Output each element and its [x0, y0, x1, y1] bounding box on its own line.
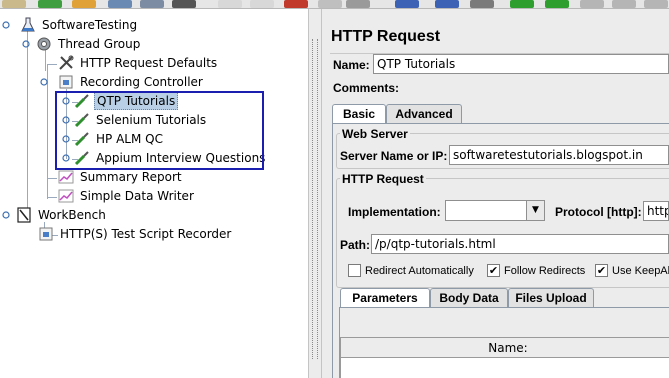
recorder-icon [38, 226, 54, 242]
expand-handle-icon[interactable] [22, 40, 30, 48]
tree-item-https-test-script-recorder[interactable]: HTTP(S) Test Script Recorder [38, 225, 233, 243]
expand-handle-icon[interactable] [40, 78, 48, 86]
wrench-icon [58, 55, 74, 71]
copy-button[interactable] [318, 0, 342, 8]
tree-item-softwaretesting[interactable]: SoftwareTesting [2, 16, 139, 34]
redirect-automatically-label: Redirect Automatically [365, 265, 474, 277]
workbench-icon [16, 207, 32, 223]
test-plan-icon [20, 17, 36, 33]
toolbar-button-12[interactable] [644, 0, 668, 8]
tab-basic[interactable]: Basic [332, 104, 386, 124]
tab-files-upload[interactable]: Files Upload [508, 288, 594, 308]
tree-item-recording-controller[interactable]: Recording Controller [40, 73, 205, 91]
tree-item-thread-group[interactable]: Thread Group [22, 35, 142, 53]
tree-line [47, 64, 57, 65]
implementation-select[interactable]: ▼ [445, 200, 545, 221]
toolbar [0, 0, 669, 9]
tree-line [47, 178, 57, 179]
server-label: Server Name or IP: [340, 149, 448, 163]
use-keepalive-checkbox[interactable]: ✔ [595, 264, 608, 277]
panel-title: HTTP Request [331, 28, 441, 45]
tree-item-simple-data-writer[interactable]: Simple Data Writer [58, 187, 196, 205]
toolbar-button-1[interactable] [2, 0, 26, 8]
tree-item-label: Summary Report [80, 170, 182, 184]
controller-icon [58, 74, 74, 90]
toolbar-button-11[interactable] [470, 0, 494, 8]
sampler-highlight-box [55, 91, 264, 170]
tree-item-summary-report[interactable]: Summary Report [58, 168, 184, 186]
shutdown-button[interactable] [612, 0, 636, 8]
tree-item-label: Simple Data Writer [80, 189, 194, 203]
tab-advanced[interactable]: Advanced [386, 104, 462, 124]
web-server-title: Web Server [340, 127, 410, 141]
chevron-down-icon[interactable]: ▼ [526, 201, 544, 220]
cut-button[interactable] [284, 0, 308, 8]
comments-label: Comments: [333, 81, 400, 95]
http-request-group-title: HTTP Request [340, 172, 426, 186]
parameters-table: Name: [340, 337, 669, 378]
start-no-pause-button[interactable] [545, 0, 569, 8]
toolbar-button-9[interactable] [395, 0, 419, 8]
tree-item-workbench[interactable]: WorkBench [2, 206, 108, 224]
implementation-label: Implementation: [348, 205, 441, 219]
follow-redirects-checkbox[interactable]: ✔ [487, 264, 500, 277]
start-button[interactable] [510, 0, 534, 8]
name-column-header[interactable]: Name: [341, 338, 669, 358]
tab-parameters[interactable]: Parameters [340, 288, 430, 308]
toolbar-button-4[interactable] [108, 0, 132, 8]
chart-icon [58, 169, 74, 185]
pane-splitter[interactable] [308, 9, 322, 378]
stop-button[interactable] [580, 0, 604, 8]
tree-item-label: WorkBench [38, 208, 106, 222]
protocol-field[interactable]: http [643, 201, 669, 221]
tree-item-label: HTTP Request Defaults [80, 56, 218, 70]
http-request-panel: HTTP Request Name: QTP Tutorials Comment… [322, 9, 669, 378]
name-label: Name: [333, 58, 370, 72]
toolbar-button-7[interactable] [218, 0, 242, 8]
toolbar-button-10[interactable] [435, 0, 459, 8]
toolbar-button-5[interactable] [140, 0, 164, 8]
tree-line [27, 27, 28, 217]
splitter-grip [312, 39, 318, 359]
chart-icon [58, 188, 74, 204]
tree-item-label: Thread Group [58, 37, 141, 51]
path-field[interactable]: /p/qtp-tutorials.html [371, 234, 669, 254]
expand-handle-icon[interactable] [2, 21, 10, 29]
paste-button[interactable] [346, 0, 370, 8]
tree-line [47, 197, 57, 198]
implementation-value [446, 203, 449, 217]
tree-item-label: HTTP(S) Test Script Recorder [60, 227, 232, 241]
tree-item-http-request-defaults[interactable]: HTTP Request Defaults [58, 54, 219, 72]
tree-item-label: Recording Controller [80, 75, 203, 89]
toolbar-button-3[interactable] [72, 0, 96, 8]
protocol-label: Protocol [http]: [555, 205, 642, 219]
toolbar-button-6[interactable] [172, 0, 196, 8]
server-name-field[interactable]: softwaretestutorials.blogspot.in [449, 145, 669, 165]
expand-handle-icon[interactable] [2, 211, 10, 219]
path-label: Path: [340, 238, 370, 252]
redirect-automatically-checkbox[interactable] [348, 264, 361, 277]
name-field[interactable]: QTP Tutorials [373, 54, 669, 74]
gear-icon [36, 36, 52, 52]
toolbar-button-2[interactable] [38, 0, 62, 8]
test-plan-tree: SoftwareTesting Thread Group HTTP Reques… [0, 9, 308, 378]
use-keepalive-label: Use KeepAli [612, 265, 669, 277]
follow-redirects-label: Follow Redirects [504, 265, 586, 277]
tree-item-label: SoftwareTesting [42, 18, 138, 32]
tab-body-data[interactable]: Body Data [430, 288, 508, 308]
toolbar-button-8[interactable] [250, 0, 274, 8]
